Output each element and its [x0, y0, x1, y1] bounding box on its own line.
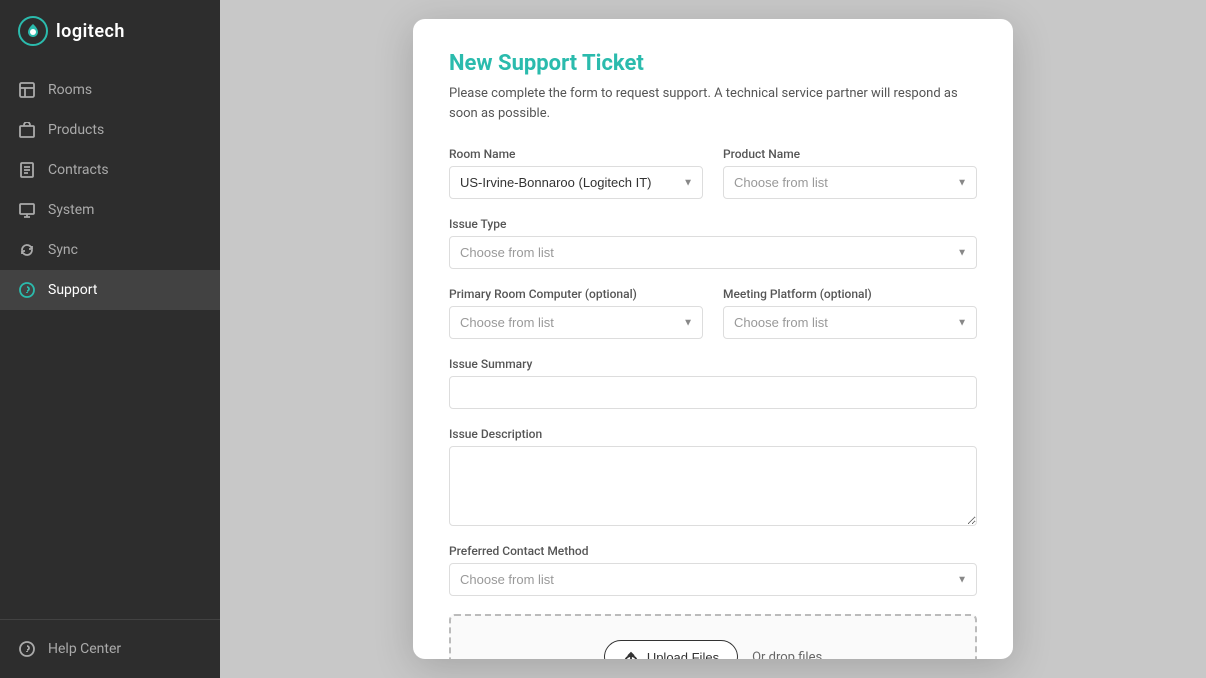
sidebar-item-help-center-label: Help Center [48, 641, 121, 657]
rooms-icon [18, 81, 36, 99]
form-row-issue-description: Issue Description [449, 427, 977, 526]
sidebar-item-contracts[interactable]: Contracts [0, 150, 220, 190]
system-icon [18, 201, 36, 219]
issue-description-label: Issue Description [449, 427, 977, 441]
sync-icon [18, 241, 36, 259]
support-ticket-modal: New Support Ticket Please complete the f… [413, 19, 1013, 659]
sidebar-item-products[interactable]: Products [0, 110, 220, 150]
help-center-icon [18, 640, 36, 658]
sidebar-item-sync[interactable]: Sync [0, 230, 220, 270]
issue-description-textarea[interactable] [449, 446, 977, 526]
sidebar-item-system-label: System [48, 202, 94, 218]
modal-subtitle: Please complete the form to request supp… [449, 84, 977, 123]
upload-button-label: Upload Files [647, 650, 719, 660]
sidebar-item-help-center[interactable]: Help Center [18, 632, 202, 666]
issue-type-group: Issue Type Choose from list ▼ [449, 217, 977, 269]
meeting-platform-wrapper: Choose from list ▼ [723, 306, 977, 339]
sidebar-bottom: Help Center [0, 619, 220, 678]
room-name-select[interactable]: US-Irvine-Bonnaroo (Logitech IT) [449, 166, 703, 199]
sidebar: logitech Rooms Products Contracts [0, 0, 220, 678]
sidebar-item-support[interactable]: Support [0, 270, 220, 310]
support-icon [18, 281, 36, 299]
meeting-platform-group: Meeting Platform (optional) Choose from … [723, 287, 977, 339]
sidebar-item-sync-label: Sync [48, 242, 78, 258]
form-row-issue-summary: Issue Summary [449, 357, 977, 409]
sidebar-item-rooms-label: Rooms [48, 82, 92, 98]
upload-zone: Upload Files Or drop files [449, 614, 977, 659]
form-row-3: Primary Room Computer (optional) Choose … [449, 287, 977, 339]
room-name-group: Room Name US-Irvine-Bonnaroo (Logitech I… [449, 147, 703, 199]
upload-icon [623, 649, 639, 659]
primary-room-select[interactable]: Choose from list [449, 306, 703, 339]
sidebar-item-support-label: Support [48, 282, 97, 298]
product-name-select[interactable]: Choose from list [723, 166, 977, 199]
preferred-contact-select[interactable]: Choose from list [449, 563, 977, 596]
sidebar-item-products-label: Products [48, 122, 104, 138]
issue-description-group: Issue Description [449, 427, 977, 526]
issue-summary-input[interactable] [449, 376, 977, 409]
primary-room-wrapper: Choose from list ▼ [449, 306, 703, 339]
sidebar-item-rooms[interactable]: Rooms [0, 70, 220, 110]
sidebar-item-contracts-label: Contracts [48, 162, 109, 178]
issue-type-select[interactable]: Choose from list [449, 236, 977, 269]
upload-files-button[interactable]: Upload Files [604, 640, 738, 659]
issue-summary-label: Issue Summary [449, 357, 977, 371]
sidebar-nav: Rooms Products Contracts System [0, 62, 220, 619]
product-name-label: Product Name [723, 147, 977, 161]
form-row-contact: Preferred Contact Method Choose from lis… [449, 544, 977, 596]
primary-room-label: Primary Room Computer (optional) [449, 287, 703, 301]
preferred-contact-wrapper: Choose from list ▼ [449, 563, 977, 596]
modal-overlay: New Support Ticket Please complete the f… [220, 0, 1206, 678]
meeting-platform-select[interactable]: Choose from list [723, 306, 977, 339]
product-name-wrapper: Choose from list ▼ [723, 166, 977, 199]
upload-or-text: Or drop files [752, 650, 822, 660]
issue-type-label: Issue Type [449, 217, 977, 231]
product-name-group: Product Name Choose from list ▼ [723, 147, 977, 199]
form-row-2: Issue Type Choose from list ▼ [449, 217, 977, 269]
main-content: New Support Ticket Please complete the f… [220, 0, 1206, 678]
room-name-wrapper: US-Irvine-Bonnaroo (Logitech IT) ▼ [449, 166, 703, 199]
preferred-contact-group: Preferred Contact Method Choose from lis… [449, 544, 977, 596]
logo-text: logitech [56, 21, 125, 42]
room-name-label: Room Name [449, 147, 703, 161]
sidebar-item-system[interactable]: System [0, 190, 220, 230]
issue-type-wrapper: Choose from list ▼ [449, 236, 977, 269]
preferred-contact-label: Preferred Contact Method [449, 544, 977, 558]
logitech-logo-icon [18, 16, 48, 46]
form-row-1: Room Name US-Irvine-Bonnaroo (Logitech I… [449, 147, 977, 199]
logo: logitech [0, 0, 220, 62]
products-icon [18, 121, 36, 139]
issue-summary-group: Issue Summary [449, 357, 977, 409]
modal-title: New Support Ticket [449, 51, 977, 76]
meeting-platform-label: Meeting Platform (optional) [723, 287, 977, 301]
primary-room-group: Primary Room Computer (optional) Choose … [449, 287, 703, 339]
contracts-icon [18, 161, 36, 179]
